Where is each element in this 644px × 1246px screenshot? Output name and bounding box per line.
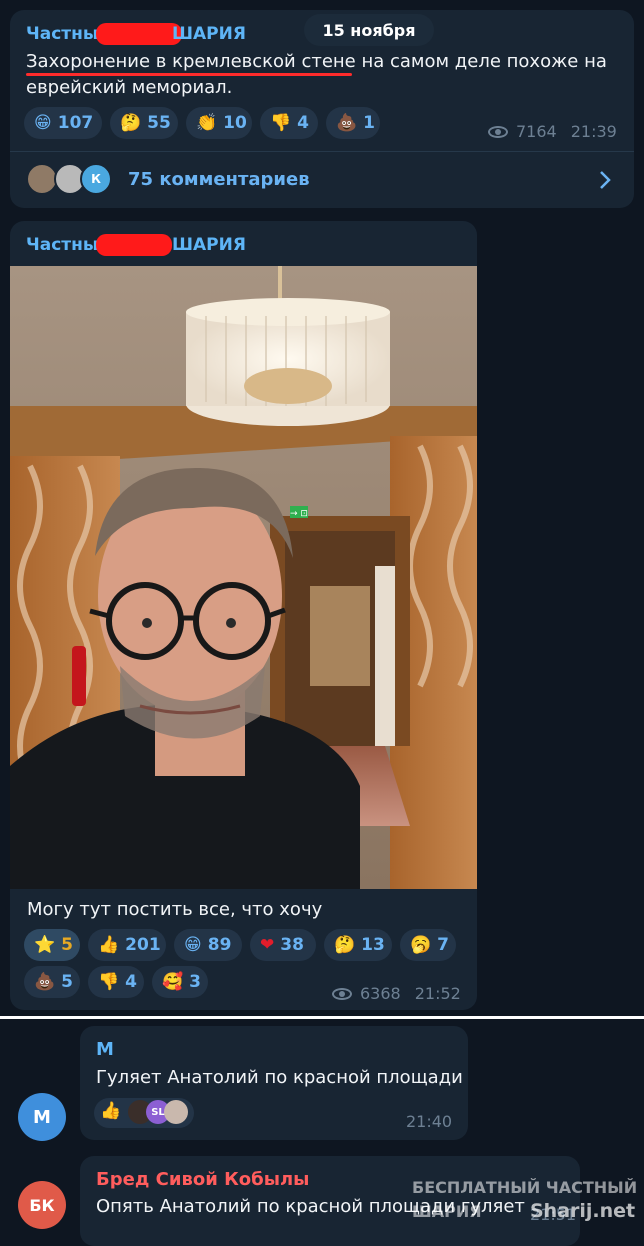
thinking-emoji-icon: 🤔 [334, 934, 356, 955]
post-time: 21:39 [570, 122, 617, 141]
poop-emoji-icon: 💩 [336, 112, 358, 133]
reaction-count: 10 [223, 113, 247, 133]
redaction-mark [96, 234, 172, 256]
watermark-line2: ШАРИЯ [412, 1202, 482, 1221]
reaction-count: 55 [147, 113, 171, 133]
post-time: 21:52 [414, 984, 461, 1003]
reaction-count: 4 [297, 113, 310, 133]
reaction-count: 4 [125, 972, 138, 992]
grin-emoji-icon: 😁 [34, 112, 52, 133]
date-pill: 15 ноября [304, 14, 434, 46]
heart-icon: ❤ [260, 934, 275, 955]
reaction-grin[interactable]: 😁 107 [24, 107, 102, 139]
thinking-emoji-icon: 🤔 [120, 112, 142, 133]
reaction-count: 7 [437, 935, 450, 955]
post-text-highlight: Захоронение в кремлевской стене [26, 51, 356, 72]
reaction-count: 38 [280, 935, 304, 955]
watermark-site: Sharij.net [530, 1200, 636, 1222]
comment-text: Гуляет Анатолий по красной площади [96, 1067, 463, 1088]
chevron-right-icon[interactable] [598, 169, 612, 191]
screenshot-separator [0, 1016, 644, 1019]
reaction-thumbs-down[interactable]: 👎 4 [88, 966, 144, 998]
comments-count-label[interactable]: 75 комментариев [128, 169, 310, 190]
yawn-emoji-icon: 🥱 [410, 934, 432, 955]
star-icon: ⭐ [34, 934, 56, 955]
thumbs-down-emoji-icon: 👎 [98, 971, 120, 992]
exit-sign-glyph: → ⊡ [290, 509, 308, 519]
red-underline [26, 73, 352, 76]
reactor-avatar [164, 1100, 188, 1124]
reaction-smiling-hearts[interactable]: 🥰 3 [152, 966, 208, 998]
post-text-line2: еврейский мемориал. [26, 77, 233, 98]
comment-author[interactable]: Бред Сивой Кобылы [96, 1169, 309, 1190]
channel-name-left[interactable]: Частны [26, 235, 98, 255]
reaction-count: 89 [207, 935, 232, 955]
reaction-poop[interactable]: 💩 5 [24, 966, 80, 998]
selfie-photo[interactable]: → ⊡ [10, 266, 477, 889]
comments-row[interactable]: К 75 комментариев [10, 152, 634, 208]
reaction-thinking[interactable]: 🤔 13 [324, 929, 392, 961]
reaction-count: 3 [189, 972, 202, 992]
views-count: 6368 [360, 984, 401, 1003]
clap-emoji-icon: 👏 [196, 112, 218, 133]
views-count: 7164 [516, 122, 557, 141]
grin-emoji-icon: 😁 [184, 934, 202, 955]
avatar[interactable]: БК [18, 1181, 66, 1229]
poop-emoji-icon: 💩 [34, 971, 56, 992]
reaction-grin[interactable]: 😁 89 [174, 929, 242, 961]
reaction-heart[interactable]: ❤ 38 [250, 929, 316, 961]
reaction-count: 201 [125, 935, 161, 955]
channel-name-left[interactable]: Частны [26, 24, 98, 44]
post-meta: 6368 21:52 [332, 984, 461, 1003]
comment-reaction[interactable]: 👍 SL [94, 1098, 194, 1128]
post-text-rest: на самом деле похоже на [355, 51, 607, 72]
redaction-mark [96, 23, 182, 45]
comment-time: 21:40 [406, 1112, 453, 1131]
reaction-yawn[interactable]: 🥱 7 [400, 929, 456, 961]
views-eye-icon [332, 987, 352, 1000]
reaction-clap[interactable]: 👏 10 [186, 107, 252, 139]
reaction-count: 107 [57, 113, 94, 133]
comment-author[interactable]: М [96, 1039, 114, 1060]
smiling-hearts-emoji-icon: 🥰 [162, 971, 184, 992]
reaction-thinking[interactable]: 🤔 55 [110, 107, 178, 139]
reaction-thumbs-up[interactable]: 👍 201 [88, 929, 166, 961]
reaction-thumbs-down[interactable]: 👎 4 [260, 107, 318, 139]
reaction-count: 13 [361, 935, 385, 955]
photo-caption: Могу тут постить все, что хочу [27, 899, 323, 920]
channel-name-right[interactable]: ШАРИЯ [172, 235, 246, 255]
watermark-line1: БЕСПЛАТНЫЙ ЧАСТНЫЙ [412, 1178, 638, 1197]
channel-name-right[interactable]: ШАРИЯ [172, 24, 246, 44]
views-eye-icon [488, 125, 508, 138]
avatar[interactable]: М [18, 1093, 66, 1141]
photo-illustration: → ⊡ [10, 266, 477, 889]
reaction-count: 1 [363, 113, 376, 133]
thumbs-up-emoji-icon: 👍 [98, 934, 120, 955]
post-meta: 7164 21:39 [488, 122, 617, 141]
reaction-count: 5 [61, 935, 74, 955]
thumbs-up-emoji-icon: 👍 [100, 1101, 122, 1121]
thumbs-down-emoji-icon: 👎 [270, 112, 292, 133]
reaction-star[interactable]: ⭐ 5 [24, 929, 80, 961]
commenter-avatar-3: К [80, 163, 112, 195]
reaction-count: 5 [61, 972, 74, 992]
reaction-poop[interactable]: 💩 1 [326, 107, 380, 139]
